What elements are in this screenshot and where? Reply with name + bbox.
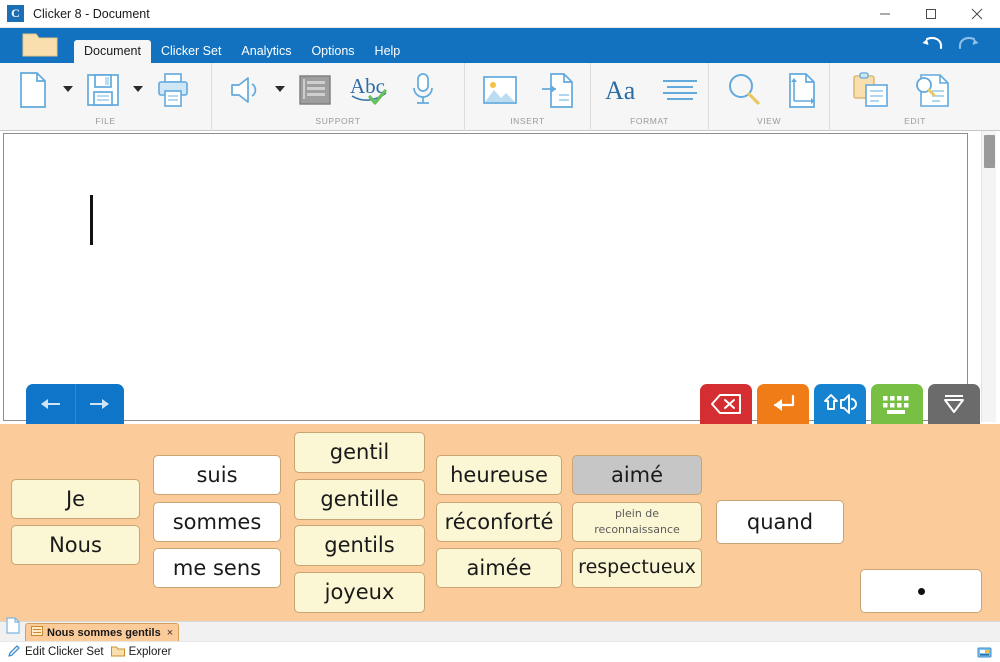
edit-clicker-set-label: Edit Clicker Set <box>25 646 104 658</box>
document-tab-strip: Nous sommes gentils × <box>0 617 1000 641</box>
grid-cell-sommes[interactable]: sommes <box>153 502 281 542</box>
find-replace-button[interactable] <box>902 71 964 109</box>
vertical-scrollbar[interactable] <box>981 131 996 422</box>
ribbon-tabs: Document Clicker Set Analytics Options H… <box>74 40 410 63</box>
svg-text:Aa: Aa <box>605 76 636 105</box>
toolbar-group-label-format: FORMAT <box>630 116 669 126</box>
toolbar-group-support: Abc SUPPORT <box>211 63 464 131</box>
voice-notes-button[interactable] <box>400 71 446 109</box>
text-caret <box>90 195 93 245</box>
pencil-icon <box>7 644 21 661</box>
toolbar-group-insert: INSERT <box>464 63 590 131</box>
document-area <box>0 131 1000 424</box>
toolbar-group-label-insert: INSERT <box>510 116 545 126</box>
ribbon-tab-bar: Document Clicker Set Analytics Options H… <box>0 28 1000 63</box>
status-bar: Edit Clicker Set Explorer <box>0 641 1000 662</box>
grid-cell-nous[interactable]: Nous <box>11 525 140 565</box>
hide-grid-button[interactable] <box>928 384 980 424</box>
grid-previous-button[interactable] <box>26 384 75 424</box>
grid-cell-gentille[interactable]: gentille <box>294 479 425 520</box>
edit-clicker-set-button[interactable]: Edit Clicker Set <box>7 644 104 661</box>
grid-cell-joyeux[interactable]: joyeux <box>294 572 425 613</box>
grid-cell-suis[interactable]: suis <box>153 455 281 495</box>
toolbar-group-label-view: VIEW <box>756 116 782 126</box>
toolbar-group-file: FILE <box>0 63 211 131</box>
close-icon[interactable]: × <box>167 627 173 639</box>
document-canvas[interactable] <box>3 133 968 421</box>
grid-next-button[interactable] <box>74 384 125 424</box>
font-button[interactable]: Aa <box>597 73 653 107</box>
window-title: Clicker 8 - Document <box>33 6 150 21</box>
svg-text:Abc: Abc <box>350 74 385 98</box>
title-bar: C Clicker 8 - Document <box>0 0 1000 28</box>
toolbar-group-label-edit: EDIT <box>904 116 926 126</box>
toolbar-group-view: VIEW <box>708 63 829 131</box>
tab-analytics[interactable]: Analytics <box>231 40 301 63</box>
grid-cell-je[interactable]: Je <box>11 479 140 519</box>
grid-cell-aimee[interactable]: aimée <box>436 548 562 588</box>
clicker-set-tab-label: Nous sommes gentils <box>47 626 161 639</box>
maximize-icon[interactable] <box>908 0 954 28</box>
enter-button[interactable] <box>757 384 809 424</box>
explorer-button[interactable]: Explorer <box>110 645 172 660</box>
word-grid-panel: Je Nous suis sommes me sens gentil genti… <box>0 424 1000 621</box>
document-icon[interactable] <box>5 617 21 639</box>
new-document-button[interactable] <box>6 70 60 110</box>
paragraph-button[interactable] <box>653 75 709 105</box>
new-document-dropdown[interactable] <box>60 86 76 93</box>
clicker-app-window: C Clicker 8 - Document Document Clicker … <box>0 0 1000 662</box>
backspace-button[interactable] <box>700 384 752 424</box>
toolbar-group-edit: EDIT <box>829 63 1000 131</box>
speak-dropdown[interactable] <box>272 86 288 93</box>
grid-cell-quand[interactable]: quand <box>716 500 844 544</box>
insert-picture-button[interactable] <box>471 73 529 107</box>
redo-icon[interactable] <box>955 32 982 61</box>
close-icon[interactable] <box>954 0 1000 28</box>
period-dot-icon <box>917 587 925 595</box>
toolbar-group-label-support: SUPPORT <box>315 116 361 126</box>
page-layout-button[interactable] <box>772 71 829 109</box>
grid-cell-reconforte[interactable]: réconforté <box>436 502 562 542</box>
folder-icon[interactable] <box>21 30 59 59</box>
grid-cell-plein-de-reconnaissance[interactable]: plein de reconnaissance <box>572 502 702 542</box>
explorer-label: Explorer <box>128 646 172 658</box>
scrollbar-thumb[interactable] <box>984 135 995 168</box>
folder-icon <box>110 645 125 660</box>
save-button[interactable] <box>76 71 130 109</box>
clicker-set-icon <box>31 626 43 639</box>
tab-help[interactable]: Help <box>365 40 411 63</box>
grid-cell-heureuse[interactable]: heureuse <box>436 455 562 495</box>
grid-navigation-buttons <box>26 384 124 424</box>
toolbar-group-format: Aa FORMAT <box>590 63 708 131</box>
tab-document[interactable]: Document <box>74 40 151 63</box>
grid-cell-period[interactable] <box>860 569 982 613</box>
speak-aloud-button[interactable] <box>814 384 866 424</box>
spell-check-button[interactable]: Abc <box>342 71 400 109</box>
grid-action-buttons <box>700 384 980 424</box>
grid-cell-respectueux[interactable]: respectueux <box>572 548 702 588</box>
command-toolbar: FILE Abc SUPPORT INSERT Aa FORMAT VIEW E… <box>0 63 1000 131</box>
print-button[interactable] <box>146 71 200 109</box>
clicker-set-tab[interactable]: Nous sommes gentils × <box>25 623 180 641</box>
zoom-button[interactable] <box>715 71 772 109</box>
tab-options[interactable]: Options <box>301 40 364 63</box>
undo-icon[interactable] <box>919 32 946 61</box>
keyboard-button[interactable] <box>871 384 923 424</box>
insert-page-button[interactable] <box>529 71 587 109</box>
window-controls <box>862 0 1000 28</box>
app-icon: C <box>7 5 24 22</box>
grid-cell-gentils[interactable]: gentils <box>294 525 425 566</box>
minimize-icon[interactable] <box>862 0 908 28</box>
save-dropdown[interactable] <box>130 86 146 93</box>
speak-button[interactable] <box>218 73 272 107</box>
toolbar-group-label-file: FILE <box>95 116 116 126</box>
grid-cell-gentil[interactable]: gentil <box>294 432 425 473</box>
clipboard-button[interactable] <box>840 71 902 109</box>
grid-cell-me-sens[interactable]: me sens <box>153 548 281 588</box>
word-bank-button[interactable] <box>288 73 342 107</box>
connection-icon[interactable] <box>977 645 992 659</box>
tab-clicker-set[interactable]: Clicker Set <box>151 40 231 63</box>
grid-cell-aime[interactable]: aimé <box>572 455 702 495</box>
undo-redo-group <box>919 32 982 61</box>
